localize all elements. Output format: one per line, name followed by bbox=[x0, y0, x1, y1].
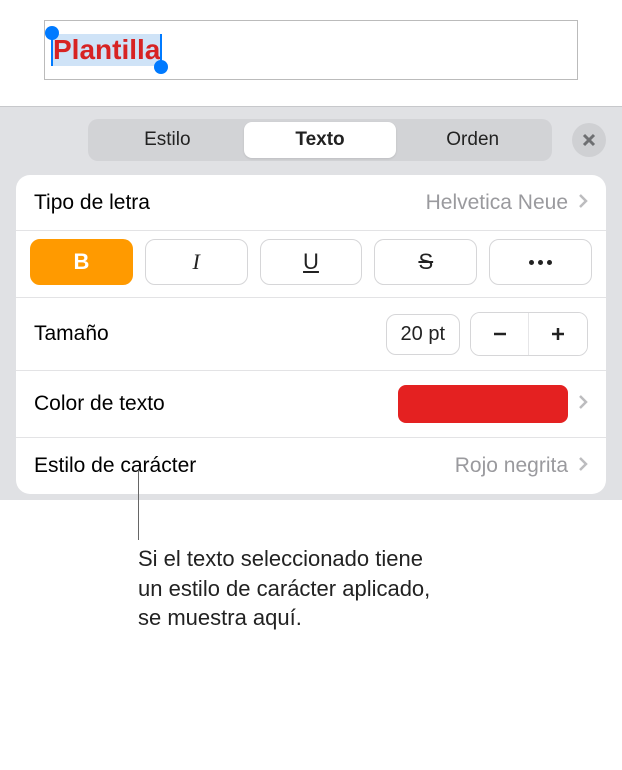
font-label: Tipo de letra bbox=[34, 191, 150, 215]
tab-order[interactable]: Orden bbox=[396, 122, 549, 158]
more-styles-button[interactable] bbox=[489, 239, 592, 285]
selection-handle-start[interactable] bbox=[45, 26, 59, 40]
character-style-value: Rojo negrita bbox=[455, 454, 568, 478]
size-row: Tamaño 20 pt bbox=[16, 298, 606, 371]
underline-button[interactable]: U bbox=[260, 239, 363, 285]
bold-label: B bbox=[73, 249, 89, 275]
text-color-label: Color de texto bbox=[34, 392, 165, 416]
italic-label: I bbox=[193, 249, 200, 275]
format-panel: Estilo Texto Orden Tipo de letra Helveti… bbox=[0, 106, 622, 500]
size-stepper bbox=[470, 312, 588, 356]
callout-line2: un estilo de carácter aplicado, bbox=[138, 574, 430, 604]
chevron-right-icon bbox=[578, 392, 588, 416]
callout-line1: Si el texto seleccionado tiene bbox=[138, 544, 430, 574]
format-card: Tipo de letra Helvetica Neue B I U S Tam… bbox=[16, 175, 606, 494]
plus-icon bbox=[549, 325, 567, 343]
size-decrease-button[interactable] bbox=[471, 313, 529, 355]
strike-label: S bbox=[418, 249, 433, 275]
close-icon bbox=[582, 133, 596, 147]
textbox-container: Plantilla bbox=[44, 20, 578, 80]
selected-text[interactable]: Plantilla bbox=[51, 34, 162, 66]
chevron-right-icon bbox=[578, 191, 588, 215]
text-color-row[interactable]: Color de texto bbox=[16, 371, 606, 438]
minus-icon bbox=[491, 325, 509, 343]
italic-button[interactable]: I bbox=[145, 239, 248, 285]
segmented-control: Estilo Texto Orden bbox=[88, 119, 552, 161]
character-style-row[interactable]: Estilo de carácter Rojo negrita bbox=[16, 438, 606, 494]
character-style-label: Estilo de carácter bbox=[34, 454, 196, 478]
tab-style[interactable]: Estilo bbox=[91, 122, 244, 158]
callout-line3: se muestra aquí. bbox=[138, 603, 430, 633]
size-increase-button[interactable] bbox=[529, 313, 587, 355]
ellipsis-icon bbox=[529, 260, 552, 265]
font-row[interactable]: Tipo de letra Helvetica Neue bbox=[16, 175, 606, 231]
selected-text-value: Plantilla bbox=[53, 34, 160, 65]
tab-text[interactable]: Texto bbox=[244, 122, 397, 158]
callout-line bbox=[138, 470, 139, 540]
size-label: Tamaño bbox=[34, 322, 109, 346]
size-value[interactable]: 20 pt bbox=[386, 314, 460, 355]
text-color-swatch[interactable] bbox=[398, 385, 568, 423]
strikethrough-button[interactable]: S bbox=[374, 239, 477, 285]
bold-button[interactable]: B bbox=[30, 239, 133, 285]
underline-label: U bbox=[303, 249, 319, 275]
callout-text: Si el texto seleccionado tiene un estilo… bbox=[138, 544, 430, 633]
selection-handle-end[interactable] bbox=[154, 60, 168, 74]
chevron-right-icon bbox=[578, 454, 588, 478]
textbox[interactable]: Plantilla bbox=[44, 20, 578, 80]
close-button[interactable] bbox=[572, 123, 606, 157]
font-value: Helvetica Neue bbox=[426, 191, 568, 215]
style-buttons-row: B I U S bbox=[16, 231, 606, 298]
